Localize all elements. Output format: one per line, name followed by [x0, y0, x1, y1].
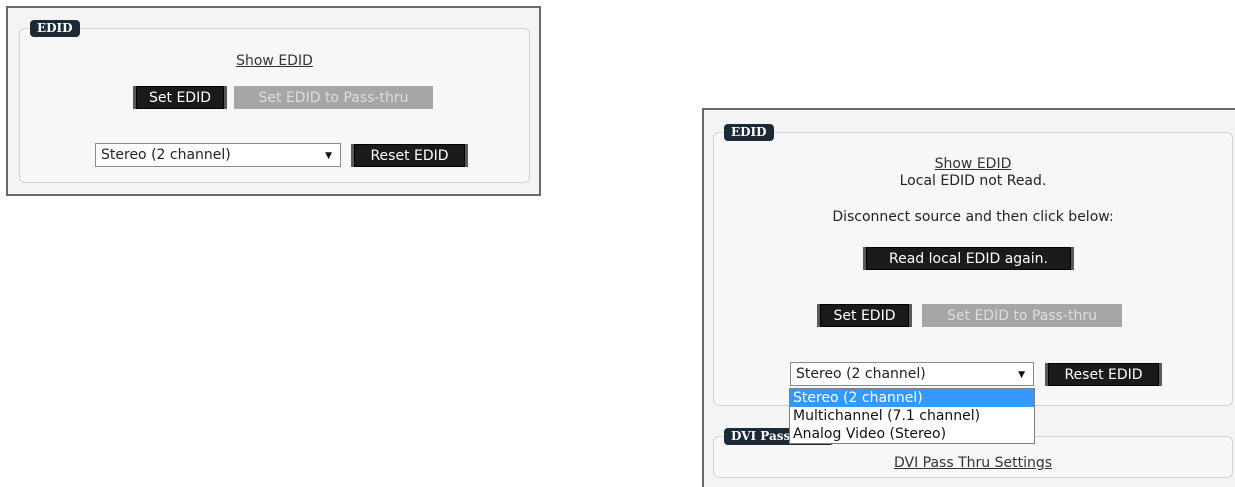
show-edid-link[interactable]: Show EDID — [20, 53, 529, 69]
edid-instruction-text: Disconnect source and then click below: — [832, 209, 1114, 225]
edid-mode-select[interactable]: Stereo (2 channel) ▼ — [790, 362, 1034, 386]
chevron-down-icon: ▼ — [325, 151, 332, 161]
edid-fieldset: EDID Show EDID Local EDID not Read. Disc… — [713, 124, 1233, 406]
dropdown-option-analog-video[interactable]: Analog Video (Stereo) — [790, 425, 1034, 443]
edid-legend: EDID — [30, 20, 80, 37]
edid-panel-left: EDID Show EDID Set EDID Set EDID to Pass… — [6, 6, 541, 196]
chevron-down-icon: ▼ — [1018, 370, 1025, 380]
set-edid-button[interactable]: Set EDID — [820, 304, 909, 327]
set-edid-pass-thru-button: Set EDID to Pass-thru — [234, 86, 433, 109]
dropdown-option-multichannel[interactable]: Multichannel (7.1 channel) — [790, 407, 1034, 425]
dropdown-option-stereo[interactable]: Stereo (2 channel) — [790, 389, 1034, 407]
show-edid-link[interactable]: Show EDID — [714, 156, 1232, 172]
edid-legend: EDID — [724, 124, 774, 141]
set-edid-button[interactable]: Set EDID — [136, 86, 224, 109]
set-edid-pass-thru-button: Set EDID to Pass-thru — [922, 304, 1122, 327]
dvi-pass-thru-settings-link[interactable]: DVI Pass Thru Settings — [714, 455, 1232, 471]
edid-mode-select-value: Stereo (2 channel) — [796, 366, 926, 382]
edid-mode-select-value: Stereo (2 channel) — [101, 147, 231, 163]
edid-fieldset: EDID Show EDID Set EDID Set EDID to Pass… — [19, 20, 530, 183]
reset-edid-button[interactable]: Reset EDID — [354, 144, 465, 167]
read-local-edid-button[interactable]: Read local EDID again. — [866, 247, 1071, 270]
edid-status-text: Local EDID not Read. — [899, 173, 1047, 189]
edid-panel-right: EDID Show EDID Local EDID not Read. Disc… — [702, 108, 1235, 487]
edid-mode-select[interactable]: Stereo (2 channel) ▼ — [95, 143, 341, 167]
edid-mode-dropdown-list: Stereo (2 channel) Multichannel (7.1 cha… — [789, 388, 1035, 444]
reset-edid-button[interactable]: Reset EDID — [1048, 363, 1159, 386]
